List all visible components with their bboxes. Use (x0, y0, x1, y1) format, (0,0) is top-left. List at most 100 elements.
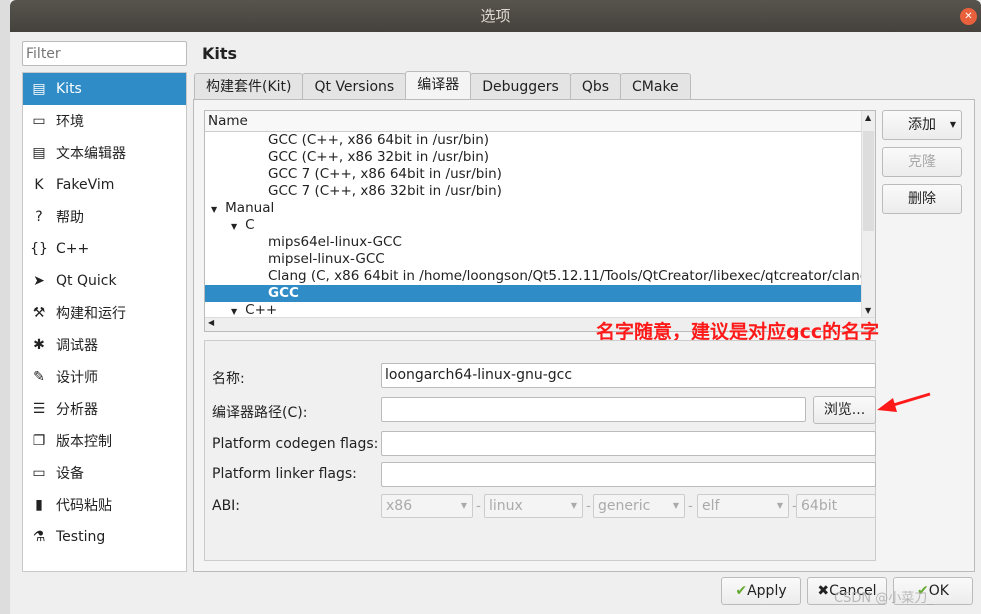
sidebar-item-label: 文本编辑器 (56, 146, 126, 162)
sidebar-item-7[interactable]: ⚒ 构建和运行 (23, 297, 186, 329)
flask-icon: ⚗ (32, 529, 46, 545)
kits-icon: ▤ (32, 81, 46, 97)
sidebar-item-13[interactable]: ▮ 代码粘贴 (23, 489, 186, 521)
tab-bar: 构建套件(Kit) Qt Versions 编译器 Debuggers Qbs CMake (194, 71, 691, 99)
apply-button[interactable]: ✔Apply (721, 577, 801, 605)
check-icon: ✔ (735, 583, 748, 599)
name-label: 名称: (212, 371, 245, 387)
tree-row[interactable]: GCC (205, 285, 861, 302)
clone-button[interactable]: 克隆 (882, 147, 962, 177)
codegen-flags-label: Platform codegen flags: (212, 436, 379, 452)
abi-value: 64bit (801, 498, 838, 514)
sidebar-item-3[interactable]: K FakeVim (23, 169, 186, 201)
abi-combo-2[interactable]: generic ▼ (593, 494, 685, 518)
sidebar-item-4[interactable]: ? 帮助 (23, 201, 186, 233)
compiler-path-input[interactable] (381, 397, 806, 422)
apply-label: Apply (747, 583, 787, 599)
sidebar-item-8[interactable]: ✱ 调试器 (23, 329, 186, 361)
sidebar-item-9[interactable]: ✎ 设计师 (23, 361, 186, 393)
sidebar-item-12[interactable]: ▭ 设备 (23, 457, 186, 489)
linker-flags-label: Platform linker flags: (212, 466, 357, 482)
paste-icon: ▮ (35, 497, 43, 513)
add-button[interactable]: 添加 ▼ (882, 110, 962, 140)
abi-label: ABI: (212, 498, 241, 514)
tab-4[interactable]: Qbs (569, 73, 622, 99)
tree-row-label: C++ (245, 302, 278, 318)
qtquick-icon: ➤ (33, 273, 45, 289)
sidebar-item-14[interactable]: ⚗ Testing (23, 521, 186, 553)
tree-row[interactable]: GCC 7 (C++, x86 64bit in /usr/bin) (205, 166, 861, 183)
abi-combo-0[interactable]: x86 ▼ (381, 494, 473, 518)
name-input[interactable]: loongarch64-linux-gnu-gcc (381, 363, 876, 388)
arrow-icon (877, 392, 931, 412)
dropdown-arrow-icon: ▼ (776, 501, 783, 510)
sidebar-item-0[interactable]: ▤ Kits (23, 73, 186, 105)
page-title: Kits (202, 44, 238, 63)
sidebar-item-10[interactable]: ☰ 分析器 (23, 393, 186, 425)
sidebar-item-11[interactable]: ❐ 版本控制 (23, 425, 186, 457)
sidebar-item-5[interactable]: {} C++ (23, 233, 186, 265)
sidebar-item-2[interactable]: ▤ 文本编辑器 (23, 137, 186, 169)
hammer-icon: ⚒ (32, 305, 46, 321)
sidebar-item-label: 帮助 (56, 210, 84, 226)
sidebar-item-label: Kits (56, 81, 82, 97)
tab-1[interactable]: Qt Versions (302, 73, 407, 99)
browse-button[interactable]: 浏览... (813, 396, 876, 424)
sidebar-item-label: FakeVim (56, 177, 115, 193)
tab-0[interactable]: 构建套件(Kit) (194, 73, 304, 99)
window-title: 选项 (480, 7, 511, 25)
fakevim-icon: K (34, 177, 44, 193)
scroll-up-icon[interactable]: ▲ (865, 113, 871, 122)
help-icon: ? (35, 209, 43, 225)
sidebar-item-1[interactable]: ▭ 环境 (23, 105, 186, 137)
tree-row[interactable]: Clang (C, x86 64bit in /home/loongson/Qt… (205, 268, 861, 285)
abi-separator: - (688, 498, 693, 514)
tree-row[interactable]: ▼ Manual (205, 200, 861, 217)
expand-arrow-icon[interactable]: ▼ (211, 205, 217, 214)
tree-row-label: mipsel-linux-GCC (268, 251, 385, 267)
tree-row-label: mips64el-linux-GCC (268, 234, 402, 250)
close-icon: ✕ (964, 11, 973, 22)
close-button[interactable]: ✕ (960, 8, 977, 25)
abi-separator: - (476, 498, 481, 514)
tree-row[interactable]: GCC 7 (C++, x86 32bit in /usr/bin) (205, 183, 861, 200)
filter-input[interactable] (22, 41, 187, 66)
tree-row-label: Manual (225, 200, 275, 216)
scroll-left-icon[interactable]: ◀ (205, 318, 214, 327)
sidebar-item-label: 调试器 (56, 338, 98, 354)
sidebar-item-label: 代码粘贴 (56, 498, 112, 514)
tab-3[interactable]: Debuggers (470, 73, 571, 99)
pencil-icon: ✎ (33, 369, 45, 385)
abi-combo-1[interactable]: linux ▼ (484, 494, 583, 518)
tree-row-label: GCC (C++, x86 64bit in /usr/bin) (268, 132, 490, 148)
tree-row[interactable]: mips64el-linux-GCC (205, 234, 861, 251)
abi-value: x86 (386, 498, 413, 514)
sidebar-item-6[interactable]: ➤ Qt Quick (23, 265, 186, 297)
add-label: 添加 (908, 117, 936, 133)
compiler-tree[interactable]: Name GCC (C++, x86 64bit in /usr/bin) GCC… (204, 110, 876, 332)
abi-combo-4[interactable]: 64bit (796, 494, 876, 518)
tree-row[interactable]: GCC (C++, x86 32bit in /usr/bin) (205, 149, 861, 166)
x-icon: ✖ (817, 583, 830, 599)
sidebar-item-label: 设计师 (56, 370, 98, 386)
remove-button[interactable]: 删除 (882, 184, 962, 214)
sidebar-item-label: 构建和运行 (56, 306, 126, 322)
scrollbar-thumb[interactable] (863, 131, 874, 231)
abi-combo-3[interactable]: elf ▼ (697, 494, 789, 518)
scroll-down-icon[interactable]: ▼ (865, 306, 871, 315)
sidebar-item-label: C++ (56, 241, 90, 257)
expand-arrow-icon[interactable]: ▼ (231, 222, 237, 231)
tree-row[interactable]: ▼ C (205, 217, 861, 234)
sidebar: ▤ Kits ▭ 环境 ▤ 文本编辑器 K FakeVim? 帮助 {} C++ ➤ Qt Quick ⚒… (22, 72, 187, 572)
tab-5[interactable]: CMake (620, 73, 691, 99)
expand-arrow-icon[interactable]: ▼ (231, 307, 237, 316)
sidebar-item-label: 版本控制 (56, 434, 112, 450)
tree-row[interactable]: mipsel-linux-GCC (205, 251, 861, 268)
tab-2[interactable]: 编译器 (405, 71, 472, 99)
tree-row[interactable]: GCC (C++, x86 64bit in /usr/bin) (205, 132, 861, 149)
sidebar-item-label: 设备 (56, 466, 84, 482)
linker-flags-input[interactable] (381, 462, 876, 487)
tree-header-name[interactable]: Name (205, 111, 861, 132)
vertical-scrollbar[interactable]: ▲ ▼ (861, 111, 875, 317)
codegen-flags-input[interactable] (381, 431, 876, 456)
